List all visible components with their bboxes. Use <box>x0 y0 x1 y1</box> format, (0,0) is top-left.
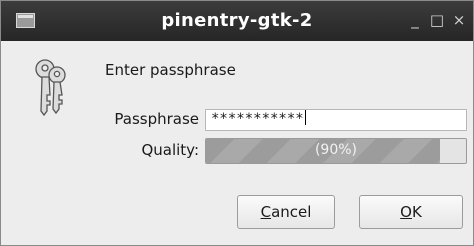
pinentry-window: pinentry-gtk-2 _ □ × Enter passphrase Pa… <box>0 0 474 246</box>
window-title: pinentry-gtk-2 <box>161 10 313 31</box>
passphrase-value: *********** <box>211 111 304 127</box>
passphrase-label: Passphrase <box>114 110 199 128</box>
quality-percentage: (90%) <box>314 142 358 158</box>
text-cursor <box>304 110 306 125</box>
title-bar[interactable]: pinentry-gtk-2 _ □ × <box>1 1 473 41</box>
quality-progress-bar: (90%) <box>205 138 467 164</box>
dialog-content: Enter passphrase Passphrase *********** … <box>1 41 473 245</box>
ok-button[interactable]: OK <box>359 195 463 229</box>
passphrase-input[interactable]: *********** <box>205 109 467 131</box>
minimize-button[interactable]: _ <box>407 11 423 29</box>
cancel-button[interactable]: Cancel <box>237 195 335 229</box>
cancel-mnemonic: C <box>260 203 272 221</box>
maximize-button[interactable]: □ <box>429 11 445 29</box>
keys-icon <box>35 59 66 117</box>
quality-label: Quality: <box>141 141 199 159</box>
close-button[interactable]: × <box>451 11 467 29</box>
ok-label: K <box>411 203 422 221</box>
ok-mnemonic: O <box>400 203 412 221</box>
cancel-label: ancel <box>271 203 312 221</box>
prompt-text: Enter passphrase <box>105 61 236 79</box>
